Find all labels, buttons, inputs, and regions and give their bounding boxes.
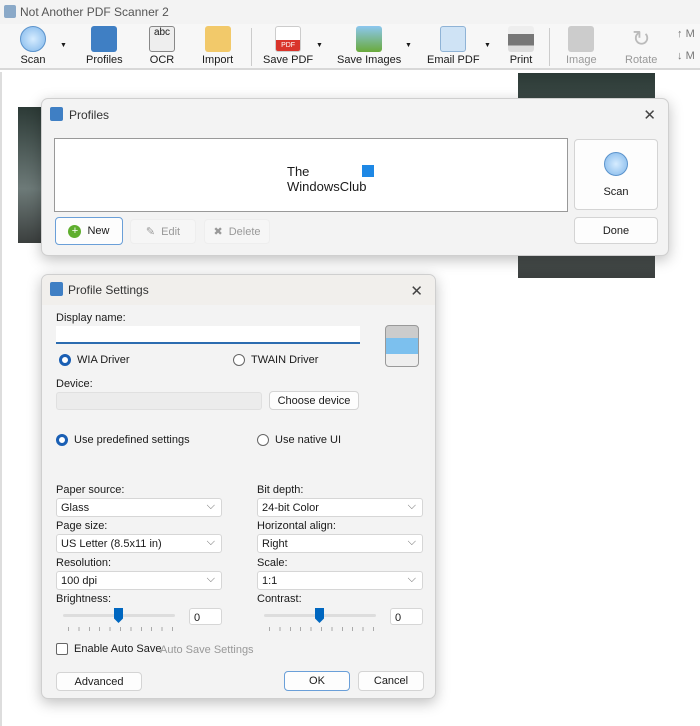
save-pdf-button[interactable]: PDF Save PDF — [263, 26, 313, 66]
profiles-icon — [50, 107, 63, 121]
page-size-label: Page size: — [56, 520, 108, 532]
contrast-label: Contrast: — [257, 593, 302, 605]
brightness-label: Brightness: — [56, 593, 112, 605]
scale-select[interactable]: 1:1 — [257, 571, 423, 590]
save-pdf-dropdown-arrow[interactable]: ▼ — [316, 42, 323, 49]
printer-icon — [508, 26, 534, 52]
profile-settings-header: Profile Settings ✕ — [42, 275, 435, 305]
profiles-list[interactable]: The WindowsClub — [54, 138, 568, 212]
profile-settings-dialog: Profile Settings ✕ Display name: WIA Dri… — [41, 274, 436, 699]
arrow-up-icon: ↑ — [677, 28, 683, 40]
slider-ticks — [68, 627, 173, 631]
app-title: Not Another PDF Scanner 2 — [20, 5, 169, 19]
horizontal-align-select[interactable]: Right — [257, 534, 423, 553]
bit-depth-label: Bit depth: — [257, 484, 304, 496]
use-native-ui-radio[interactable]: Use native UI — [257, 434, 341, 446]
email-pdf-dropdown-arrow[interactable]: ▼ — [484, 42, 491, 49]
done-button[interactable]: Done — [574, 217, 658, 244]
pencil-icon: ✎ — [145, 226, 156, 238]
twain-driver-radio[interactable]: TWAIN Driver — [233, 354, 318, 366]
resolution-label: Resolution: — [56, 557, 112, 569]
display-name-input[interactable] — [56, 326, 360, 344]
save-images-button[interactable]: Save Images — [337, 26, 401, 66]
delete-x-icon: ✖ — [213, 226, 223, 238]
rotate-button[interactable]: ↻ Rotate — [625, 26, 657, 66]
save-images-dropdown-arrow[interactable]: ▼ — [405, 42, 412, 49]
new-button[interactable]: + New — [55, 217, 123, 245]
toolbar: Scan ▼ Profiles abc OCR Import PDF Save PD… — [0, 24, 700, 70]
scan-icon — [20, 26, 46, 52]
paper-source-label: Paper source: — [56, 484, 125, 496]
scan-dropdown-arrow[interactable]: ▼ — [60, 42, 67, 49]
profiles-icon — [91, 26, 118, 52]
scan-button[interactable]: Scan — [574, 139, 658, 210]
profiles-button[interactable]: Profiles — [86, 26, 123, 66]
page-size-select[interactable]: US Letter (8.5x11 in) — [56, 534, 222, 553]
email-pdf-button[interactable]: Email PDF — [427, 26, 480, 66]
choose-device-button[interactable]: Choose device — [269, 391, 359, 410]
pdf-icon: PDF — [275, 26, 302, 52]
separator — [549, 28, 550, 66]
folder-icon — [204, 26, 231, 52]
slider-ticks — [269, 627, 374, 631]
ocr-button[interactable]: abc OCR — [149, 26, 175, 66]
delete-button[interactable]: ✖ Delete — [204, 219, 270, 244]
edit-button[interactable]: ✎ Edit — [130, 219, 196, 244]
images-icon — [356, 26, 383, 52]
arrow-down-icon: ↓ — [677, 50, 683, 62]
scan-icon — [604, 151, 628, 176]
scale-label: Scale: — [257, 557, 288, 569]
image-edit-icon — [568, 26, 595, 52]
close-button[interactable]: ✕ — [410, 282, 423, 300]
auto-save-settings-link[interactable]: Auto Save Settings — [160, 644, 254, 656]
scan-button[interactable]: Scan — [20, 26, 46, 66]
bit-depth-select[interactable]: 24-bit Color — [257, 498, 423, 517]
ok-button[interactable]: OK — [284, 671, 350, 691]
paper-source-select[interactable]: Glass — [56, 498, 222, 517]
print-button[interactable]: Print — [508, 26, 534, 66]
watermark-logo: The WindowsClub — [287, 164, 367, 194]
contrast-input[interactable]: 0 — [390, 608, 423, 625]
brightness-slider-thumb[interactable] — [114, 608, 123, 623]
rotate-icon: ↻ — [631, 26, 651, 51]
enable-auto-save-checkbox[interactable]: Enable Auto Save — [56, 643, 161, 655]
cancel-button[interactable]: Cancel — [358, 671, 424, 691]
image-button[interactable]: Image — [566, 26, 597, 66]
horizontal-align-label: Horizontal align: — [257, 520, 336, 532]
close-button[interactable]: ✕ — [643, 106, 656, 124]
use-predefined-settings-radio[interactable]: Use predefined settings — [56, 434, 190, 446]
plus-icon: + — [68, 224, 82, 238]
profiles-icon — [50, 282, 63, 296]
title-bar: Not Another PDF Scanner 2 — [0, 0, 700, 24]
profiles-dialog-header: Profiles ✕ — [42, 99, 668, 129]
separator — [251, 28, 252, 66]
profiles-dialog: Profiles ✕ The WindowsClub Scan Done + New… — [41, 98, 669, 256]
move-down-button[interactable]: ↓ M — [677, 50, 695, 62]
email-icon — [440, 26, 467, 52]
display-name-label: Display name: — [56, 312, 126, 324]
logo-icon — [362, 165, 374, 177]
import-button[interactable]: Import — [202, 26, 233, 66]
device-field — [56, 392, 262, 410]
device-label: Device: — [56, 378, 93, 390]
scanner-icon — [385, 325, 419, 367]
resolution-select[interactable]: 100 dpi — [56, 571, 222, 590]
left-border — [0, 72, 2, 726]
contrast-slider-thumb[interactable] — [315, 608, 324, 623]
ocr-icon: abc — [149, 26, 175, 52]
advanced-button[interactable]: Advanced — [56, 672, 142, 691]
app-icon — [4, 5, 16, 18]
move-up-button[interactable]: ↑ M — [677, 28, 695, 40]
wia-driver-radio[interactable]: WIA Driver — [59, 354, 130, 366]
brightness-input[interactable]: 0 — [189, 608, 222, 625]
